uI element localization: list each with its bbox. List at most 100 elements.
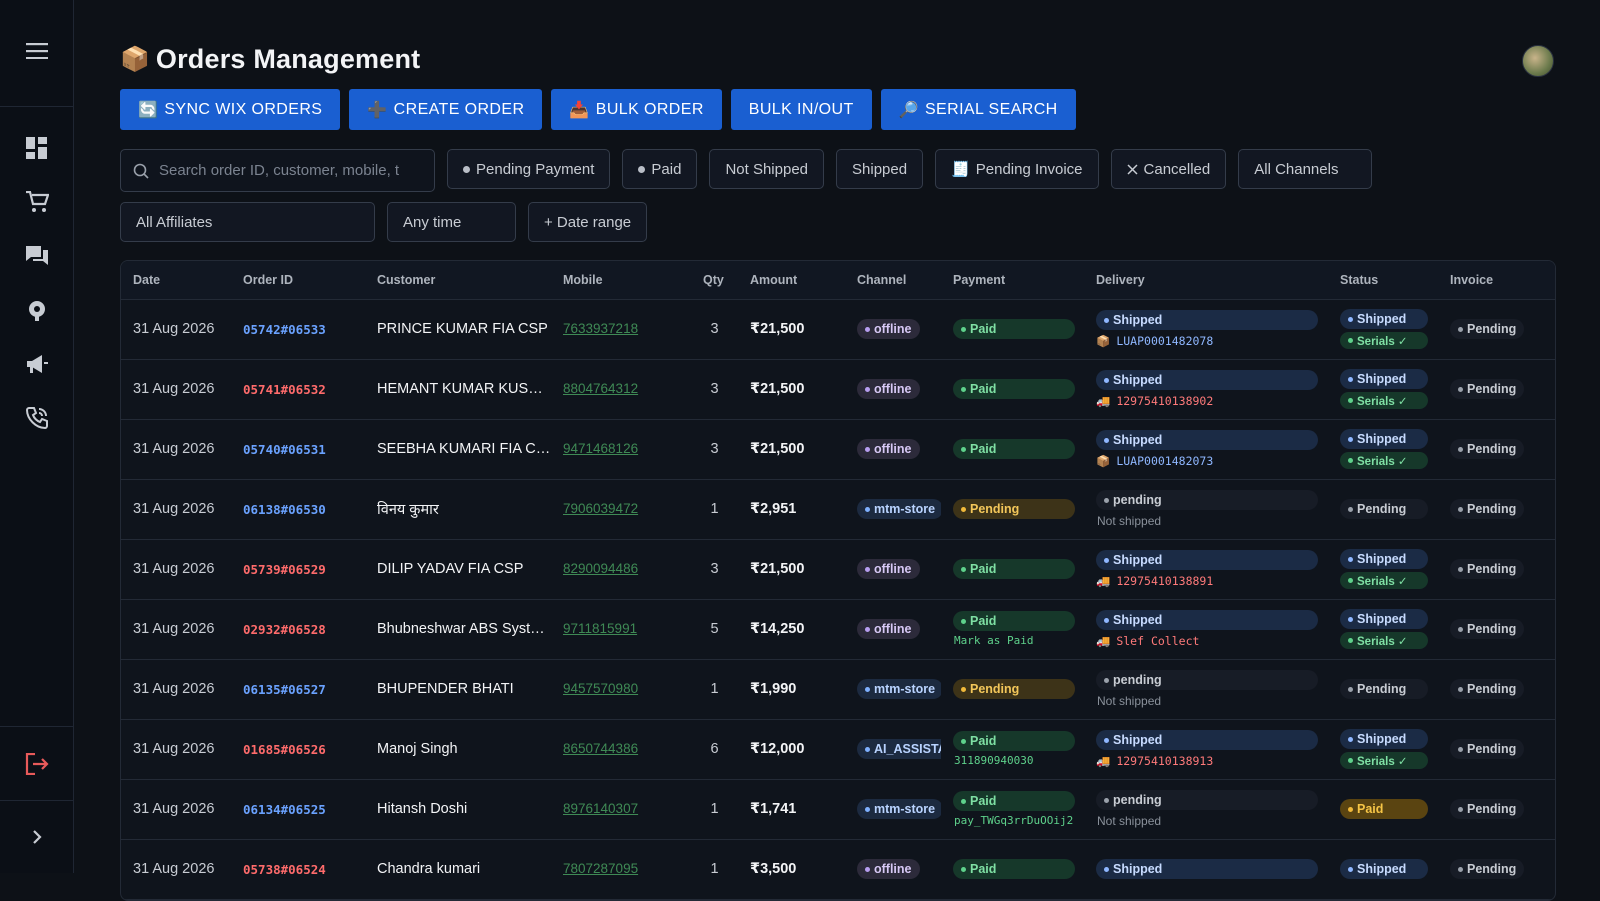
- column-header-channel[interactable]: Channel: [845, 261, 941, 300]
- payment-badge[interactable]: Paid: [953, 379, 1075, 399]
- delivery-badge[interactable]: pending: [1096, 490, 1318, 510]
- sync-wix-orders-button[interactable]: 🔄 SYNC WIX ORDERS: [120, 89, 341, 130]
- payment-badge[interactable]: Paid: [953, 731, 1075, 751]
- sidebar-item-support[interactable]: [13, 283, 61, 337]
- order-id-link[interactable]: 05740#06531: [231, 419, 365, 480]
- status-badge[interactable]: Pending: [1340, 679, 1428, 699]
- delivery-badge[interactable]: Shipped: [1096, 730, 1318, 750]
- order-id-link[interactable]: 06134#06525: [231, 779, 365, 840]
- filter-all-affiliates[interactable]: All Affiliates: [120, 202, 375, 242]
- table-row[interactable]: 31 Aug 2026 05740#06531 SEEBHA KUMARI FIA …: [121, 419, 1555, 480]
- delivery-badge[interactable]: Shipped: [1096, 430, 1318, 450]
- delivery-badge[interactable]: pending: [1096, 670, 1318, 690]
- table-row[interactable]: 31 Aug 2026 01685#06526 Manoj Singh 8650744…: [121, 719, 1555, 780]
- tracking-number[interactable]: 🚚 12975410138902: [1096, 394, 1328, 408]
- tracking-number[interactable]: 🚚 12975410138913: [1096, 754, 1328, 768]
- bulk-in-out-button[interactable]: BULK IN/OUT: [730, 89, 872, 130]
- column-header-status[interactable]: Status: [1328, 261, 1438, 300]
- invoice-badge[interactable]: Pending: [1450, 319, 1525, 339]
- order-id-link[interactable]: 05741#06532: [231, 359, 365, 420]
- logout-button[interactable]: [0, 726, 73, 800]
- serials-badge[interactable]: Serials ✓: [1340, 572, 1428, 589]
- table-row[interactable]: 31 Aug 2026 05741#06532 HEMANT KUMAR KUSH……: [121, 359, 1555, 420]
- table-row[interactable]: 31 Aug 2026 05742#06533 PRINCE KUMAR FIA C…: [121, 299, 1555, 360]
- status-badge[interactable]: Paid: [1340, 799, 1428, 819]
- mobile-link[interactable]: 9711815991: [563, 621, 637, 636]
- filter-not-shipped[interactable]: Not Shipped: [709, 149, 825, 189]
- mobile-link[interactable]: 9471468126: [563, 441, 638, 456]
- tracking-number[interactable]: 🚚 12975410138891: [1096, 574, 1328, 588]
- sidebar-item-cart[interactable]: [13, 175, 61, 229]
- delivery-badge[interactable]: pending: [1096, 790, 1318, 810]
- payment-badge[interactable]: Paid: [953, 319, 1075, 339]
- filter-pending-invoice[interactable]: 🧾 Pending Invoice: [935, 149, 1099, 189]
- invoice-badge[interactable]: Pending: [1450, 559, 1525, 579]
- table-row[interactable]: 31 Aug 2026 06135#06527 BHUPENDER BHATI 945…: [121, 659, 1555, 720]
- column-header-amount[interactable]: Amount: [738, 261, 845, 300]
- payment-badge[interactable]: Paid: [953, 559, 1075, 579]
- invoice-badge[interactable]: Pending: [1450, 859, 1525, 879]
- status-badge[interactable]: Pending: [1340, 499, 1428, 519]
- sidebar-item-calls[interactable]: [13, 391, 61, 445]
- status-badge[interactable]: Shipped: [1340, 859, 1428, 879]
- sidebar-item-campaigns[interactable]: [13, 337, 61, 391]
- tracking-number[interactable]: 📦 LUAP0001482078: [1096, 334, 1328, 348]
- invoice-badge[interactable]: Pending: [1450, 439, 1525, 459]
- column-header-date[interactable]: Date: [121, 261, 231, 300]
- mobile-link[interactable]: 7633937218: [563, 321, 638, 336]
- filter-pending-payment[interactable]: Pending Payment: [447, 149, 611, 189]
- order-id-link[interactable]: 05739#06529: [231, 539, 365, 600]
- order-id-link[interactable]: 06135#06527: [231, 659, 365, 720]
- sidebar-item-dashboard[interactable]: [13, 121, 61, 175]
- filter-shipped[interactable]: Shipped: [836, 149, 924, 189]
- invoice-badge[interactable]: Pending: [1450, 379, 1525, 399]
- delivery-badge[interactable]: Shipped: [1096, 550, 1318, 570]
- table-row[interactable]: 31 Aug 2026 06134#06525 Hitansh Doshi 89761…: [121, 779, 1555, 840]
- payment-badge[interactable]: Pending: [953, 679, 1075, 699]
- mobile-link[interactable]: 9457570980: [563, 681, 638, 696]
- mobile-link[interactable]: 7906039472: [563, 501, 638, 516]
- invoice-badge[interactable]: Pending: [1450, 679, 1525, 699]
- filter-all-channels[interactable]: All Channels: [1238, 149, 1373, 189]
- order-id-link[interactable]: 01685#06526: [231, 719, 365, 780]
- order-id-link[interactable]: 06138#06530: [231, 479, 365, 540]
- bulk-order-button[interactable]: 📥 BULK ORDER: [551, 89, 722, 130]
- delivery-badge[interactable]: Shipped: [1096, 859, 1318, 879]
- column-header-delivery[interactable]: Delivery: [1084, 261, 1328, 300]
- column-header-order-id[interactable]: Order ID: [231, 261, 365, 300]
- serials-badge[interactable]: Serials ✓: [1340, 332, 1428, 349]
- table-row[interactable]: 31 Aug 2026 02932#06528 Bhubneshwar ABS Sy…: [121, 599, 1555, 660]
- avatar[interactable]: [1522, 45, 1554, 77]
- order-id-link[interactable]: 05738#06524: [231, 839, 365, 900]
- invoice-badge[interactable]: Pending: [1450, 499, 1525, 519]
- table-row[interactable]: 31 Aug 2026 06138#06530 विनय कुमार 79060394…: [121, 479, 1555, 540]
- serials-badge[interactable]: Serials ✓: [1340, 632, 1428, 649]
- mobile-link[interactable]: 8650744386: [563, 741, 638, 756]
- delivery-badge[interactable]: Shipped: [1096, 310, 1318, 330]
- table-row[interactable]: 31 Aug 2026 05739#06529 DILIP YADAV FIA CS…: [121, 539, 1555, 600]
- status-badge[interactable]: Shipped: [1340, 729, 1428, 749]
- order-id-link[interactable]: 02932#06528: [231, 599, 365, 660]
- payment-badge[interactable]: Pending: [953, 499, 1075, 519]
- mobile-link[interactable]: 7807287095: [563, 861, 638, 876]
- status-badge[interactable]: Shipped: [1340, 369, 1428, 389]
- column-header-qty[interactable]: Qty: [691, 261, 738, 300]
- invoice-badge[interactable]: Pending: [1450, 739, 1525, 759]
- filter-cancelled[interactable]: Cancelled: [1110, 149, 1227, 189]
- status-badge[interactable]: Shipped: [1340, 429, 1428, 449]
- payment-badge[interactable]: Paid: [953, 859, 1075, 879]
- status-badge[interactable]: Shipped: [1340, 549, 1428, 569]
- menu-icon[interactable]: [25, 42, 48, 64]
- column-header-payment[interactable]: Payment: [941, 261, 1084, 300]
- search-input[interactable]: [159, 162, 419, 179]
- filter-date-range[interactable]: + Date range: [528, 202, 648, 242]
- invoice-badge[interactable]: Pending: [1450, 799, 1525, 819]
- payment-badge[interactable]: Paid: [953, 791, 1075, 811]
- serials-badge[interactable]: Serials ✓: [1340, 392, 1428, 409]
- mobile-link[interactable]: 8290094486: [563, 561, 638, 576]
- tracking-number[interactable]: 📦 LUAP0001482073: [1096, 454, 1328, 468]
- delivery-badge[interactable]: Shipped: [1096, 610, 1318, 630]
- create-order-button[interactable]: ➕ CREATE ORDER: [349, 89, 543, 130]
- serials-badge[interactable]: Serials ✓: [1340, 452, 1428, 469]
- table-row[interactable]: 31 Aug 2026 05738#06524 Chandra kumari 7807…: [121, 839, 1555, 900]
